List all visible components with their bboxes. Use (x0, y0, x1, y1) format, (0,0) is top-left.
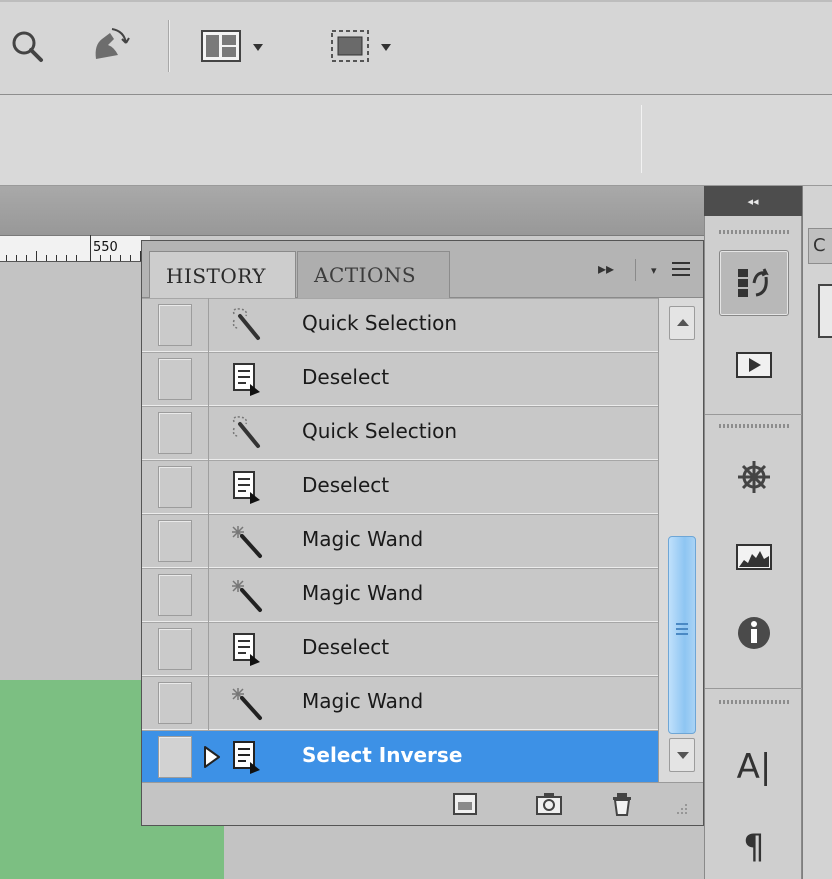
actions-panel-button[interactable] (719, 332, 789, 398)
snapshot-source-checkbox[interactable] (158, 628, 192, 670)
arrange-documents-button[interactable] (200, 22, 263, 72)
history-item[interactable]: Deselect (142, 352, 658, 406)
history-item-label: Magic Wand (302, 527, 424, 551)
history-panel-footer (142, 782, 703, 825)
document-tab-bar (0, 186, 704, 236)
history-item-label: Deselect (302, 635, 390, 659)
screen-mode-button[interactable] (328, 22, 391, 72)
play-icon (736, 352, 772, 378)
scroll-down-button[interactable] (669, 738, 695, 772)
magic-wand-icon (232, 526, 262, 558)
history-item-label: Magic Wand (302, 689, 424, 713)
character-panel-button[interactable]: A| (719, 734, 789, 800)
info-icon (738, 617, 770, 649)
horizontal-ruler: 550 (0, 235, 150, 262)
magic-wand-icon (232, 580, 262, 612)
scroll-up-button[interactable] (669, 306, 695, 340)
toolbar-separator (168, 20, 170, 72)
new-snapshot-icon[interactable] (534, 791, 564, 817)
scroll-thumb[interactable] (668, 536, 696, 734)
paragraph-panel-button[interactable]: ¶ (719, 814, 789, 879)
deselect-icon (233, 363, 260, 396)
panel-menu-button[interactable] (672, 262, 690, 280)
dock-grip[interactable] (719, 230, 789, 234)
navigator-panel-button[interactable] (719, 444, 789, 510)
snapshot-source-checkbox[interactable] (158, 412, 192, 454)
new-document-from-state-icon[interactable] (450, 791, 480, 817)
dock-collapse-button[interactable]: ◂◂ (704, 186, 802, 216)
history-item-label: Deselect (302, 473, 390, 497)
expand-panels-button[interactable]: ▸▸ (598, 259, 614, 278)
zoom-tool-button[interactable] (8, 22, 48, 72)
history-state-pointer-icon[interactable] (202, 745, 222, 769)
resize-grip-icon[interactable] (670, 799, 690, 819)
history-item[interactable]: Deselect (142, 460, 658, 514)
snapshot-source-checkbox[interactable] (158, 682, 192, 724)
paragraph-icon: ¶ (743, 827, 765, 867)
secondary-dock-tab[interactable]: C (808, 228, 832, 264)
deselect-icon (233, 471, 260, 504)
history-scrollbar[interactable] (658, 298, 703, 782)
application-toolbar (0, 0, 832, 95)
chevron-down-icon: ▾ (651, 264, 657, 277)
tab-history[interactable]: HISTORY (149, 251, 296, 299)
history-item[interactable]: Quick Selection (142, 406, 658, 460)
snapshot-source-checkbox[interactable] (158, 574, 192, 616)
dock-grip[interactable] (719, 700, 789, 704)
panel-tab-bar: HISTORY ACTIONS ▸▸ ▾ (142, 241, 703, 299)
history-item-selected[interactable]: Select Inverse (142, 730, 658, 784)
tab-actions[interactable]: ACTIONS (297, 251, 450, 298)
snapshot-source-checkbox[interactable] (158, 466, 192, 508)
character-icon: A| (736, 747, 772, 787)
quick-selection-icon (232, 308, 260, 340)
arrange-documents-icon (201, 30, 241, 62)
tab-actions-label: ACTIONS (314, 263, 417, 287)
history-item-label: Quick Selection (302, 419, 458, 443)
history-item[interactable]: Deselect (142, 622, 658, 676)
snapshot-source-checkbox[interactable] (158, 520, 192, 562)
history-item[interactable]: Magic Wand (142, 568, 658, 622)
snapshot-source-checkbox[interactable] (158, 736, 192, 778)
chevron-down-icon (253, 43, 263, 51)
screen-mode-icon (331, 30, 369, 62)
history-list: Quick Selection Deselect Quick Selection (142, 298, 658, 784)
history-panel: HISTORY ACTIONS ▸▸ ▾ Quick Selection Des… (141, 240, 704, 826)
info-panel-button[interactable] (719, 600, 789, 666)
dock-grip[interactable] (719, 424, 789, 428)
history-item-label: Magic Wand (302, 581, 424, 605)
tab-history-label: HISTORY (166, 263, 266, 288)
deselect-icon (233, 633, 260, 666)
histogram-icon (736, 544, 772, 570)
history-item-label: Quick Selection (302, 311, 458, 335)
quick-selection-icon (232, 416, 260, 448)
history-item-label: Select Inverse (302, 743, 463, 767)
history-panel-icon (738, 268, 769, 297)
zoom-icon (12, 31, 43, 62)
navigator-wheel-icon (738, 461, 770, 493)
rotate-view-icon (95, 28, 130, 59)
history-item[interactable]: Quick Selection (142, 298, 658, 352)
panel-dock: A| ¶ (704, 216, 802, 879)
options-bar (0, 95, 832, 186)
history-panel-button[interactable] (719, 250, 789, 316)
select-inverse-icon (233, 741, 260, 774)
rotate-view-button[interactable] (88, 22, 132, 72)
chevron-down-icon (381, 43, 391, 51)
ruler-label: 550 (93, 240, 118, 255)
history-item[interactable]: Magic Wand (142, 676, 658, 730)
magic-wand-icon (232, 688, 262, 720)
histogram-panel-button[interactable] (719, 524, 789, 590)
document-icon[interactable] (818, 284, 832, 338)
options-separator (641, 105, 642, 173)
snapshot-source-checkbox[interactable] (158, 304, 192, 346)
trash-icon[interactable] (608, 791, 638, 817)
history-item-label: Deselect (302, 365, 390, 389)
snapshot-source-checkbox[interactable] (158, 358, 192, 400)
tab-divider (635, 259, 636, 281)
history-item[interactable]: Magic Wand (142, 514, 658, 568)
